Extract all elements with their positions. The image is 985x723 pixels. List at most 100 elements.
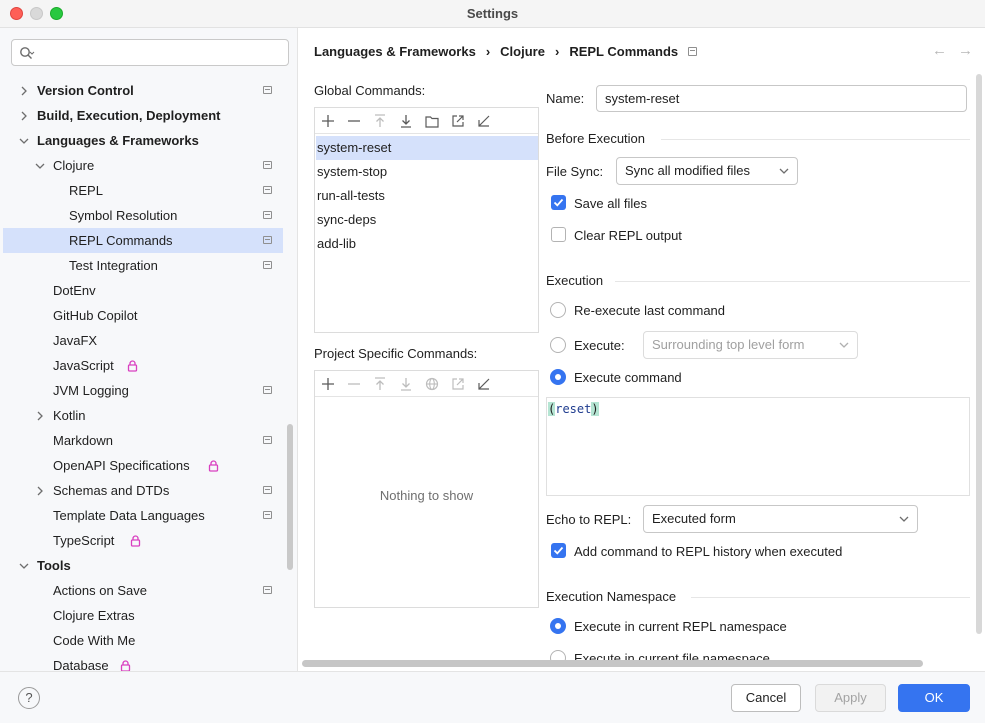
ns-current-repl-label[interactable]: Execute in current REPL namespace — [574, 619, 787, 634]
breadcrumb-repl-commands: REPL Commands — [569, 44, 679, 59]
project-level-icon — [263, 511, 272, 519]
project-commands-list: Nothing to show — [314, 370, 539, 608]
list-item[interactable]: sync-deps — [316, 208, 538, 232]
breadcrumb-languages-frameworks[interactable]: Languages & Frameworks — [314, 44, 476, 59]
list-item[interactable]: system-stop — [316, 160, 538, 184]
clear-repl-output-checkbox[interactable] — [551, 227, 566, 242]
chevron-right-icon[interactable] — [17, 78, 31, 103]
execute-command-label[interactable]: Execute command — [574, 370, 682, 385]
chevron-down-icon[interactable] — [17, 553, 31, 578]
help-button[interactable]: ? — [18, 687, 40, 709]
move-down-icon[interactable] — [397, 112, 415, 130]
tree-label: GitHub Copilot — [53, 308, 138, 323]
command-editor[interactable]: (reset) — [546, 397, 970, 496]
tree-item-dotenv[interactable]: DotEnv — [3, 278, 283, 303]
export-icon[interactable] — [449, 375, 467, 393]
execute-command-radio[interactable] — [550, 369, 566, 385]
tree-item-markdown[interactable]: Markdown — [3, 428, 283, 453]
project-level-icon — [263, 86, 272, 94]
tree-item-database[interactable]: Database — [3, 653, 283, 671]
remove-icon[interactable] — [345, 375, 363, 393]
ns-current-repl-radio[interactable] — [550, 618, 566, 634]
vertical-scrollbar[interactable] — [976, 74, 982, 634]
save-all-files-label[interactable]: Save all files — [574, 196, 647, 211]
move-up-icon[interactable] — [371, 112, 389, 130]
tree-label: Schemas and DTDs — [53, 483, 170, 498]
move-down-icon[interactable] — [397, 375, 415, 393]
dialog-footer: ? Cancel Apply OK — [0, 671, 985, 723]
tree-item-typescript[interactable]: TypeScript — [3, 528, 283, 553]
import-icon[interactable] — [475, 112, 493, 130]
name-input[interactable]: system-reset — [596, 85, 967, 112]
list-item[interactable]: system-reset — [316, 136, 538, 160]
remove-icon[interactable] — [345, 112, 363, 130]
checkmark-icon — [553, 546, 564, 555]
code-text: reset — [555, 402, 592, 416]
tree-label: Test Integration — [69, 258, 158, 273]
tree-item-code-with-me[interactable]: Code With Me — [3, 628, 283, 653]
chevron-right-icon[interactable] — [17, 103, 31, 128]
tree-label: Code With Me — [53, 633, 136, 648]
file-sync-select[interactable]: Sync all modified files — [616, 157, 798, 185]
echo-to-repl-select[interactable]: Executed form — [643, 505, 918, 533]
tree-item-tools[interactable]: Tools — [3, 553, 283, 578]
sidebar-scrollbar[interactable] — [287, 424, 293, 570]
project-level-icon — [263, 261, 272, 269]
chevron-right-icon[interactable] — [33, 478, 47, 503]
tree-item-schemas-dtds[interactable]: Schemas and DTDs — [3, 478, 283, 503]
tree-item-github-copilot[interactable]: GitHub Copilot — [3, 303, 283, 328]
tree-item-javascript[interactable]: JavaScript — [3, 353, 283, 378]
tree-item-languages-frameworks[interactable]: Languages & Frameworks — [3, 128, 283, 153]
name-label: Name: — [546, 91, 585, 106]
chevron-down-icon[interactable] — [33, 153, 47, 178]
list-item[interactable]: run-all-tests — [316, 184, 538, 208]
globe-icon[interactable] — [423, 375, 441, 393]
re-execute-label[interactable]: Re-execute last command — [574, 303, 725, 318]
search-input[interactable] — [11, 39, 289, 66]
file-sync-value: Sync all modified files — [625, 163, 750, 178]
chevron-right-icon[interactable] — [33, 403, 47, 428]
project-level-icon — [263, 211, 272, 219]
back-arrow-icon[interactable]: ← — [932, 42, 947, 59]
empty-list-text: Nothing to show — [379, 488, 474, 503]
global-commands-list: system-reset system-stop run-all-tests s… — [314, 107, 539, 333]
horizontal-scrollbar[interactable] — [302, 660, 923, 667]
tree-item-version-control[interactable]: Version Control — [3, 78, 283, 103]
ok-button[interactable]: OK — [898, 684, 970, 712]
tree-item-template-data-languages[interactable]: Template Data Languages — [3, 503, 283, 528]
chevron-down-icon[interactable] — [17, 128, 31, 153]
tree-item-repl-commands[interactable]: REPL Commands — [3, 228, 283, 253]
forward-arrow-icon[interactable]: → — [958, 42, 973, 59]
tree-item-symbol-resolution[interactable]: Symbol Resolution — [3, 203, 283, 228]
tree-item-jvm-logging[interactable]: JVM Logging — [3, 378, 283, 403]
clear-repl-output-label[interactable]: Clear REPL output — [574, 228, 682, 243]
move-up-icon[interactable] — [371, 375, 389, 393]
add-to-history-label[interactable]: Add command to REPL history when execute… — [574, 544, 842, 559]
breadcrumb-clojure[interactable]: Clojure — [500, 44, 545, 59]
separator — [615, 281, 970, 282]
import-icon[interactable] — [475, 375, 493, 393]
re-execute-radio[interactable] — [550, 302, 566, 318]
tree-item-clojure-extras[interactable]: Clojure Extras — [3, 603, 283, 628]
cancel-button[interactable]: Cancel — [731, 684, 801, 712]
tree-item-javafx[interactable]: JavaFX — [3, 328, 283, 353]
tree-item-repl[interactable]: REPL — [3, 178, 283, 203]
add-icon[interactable] — [319, 375, 337, 393]
global-commands-toolbar — [315, 108, 538, 134]
apply-button[interactable]: Apply — [815, 684, 886, 712]
tree-item-test-integration[interactable]: Test Integration — [3, 253, 283, 278]
add-to-history-checkbox[interactable] — [551, 543, 566, 558]
tree-item-clojure[interactable]: Clojure — [3, 153, 283, 178]
export-icon[interactable] — [449, 112, 467, 130]
tree-item-openapi-specifications[interactable]: OpenAPI Specifications — [3, 453, 283, 478]
tree-item-actions-on-save[interactable]: Actions on Save — [3, 578, 283, 603]
tree-item-kotlin[interactable]: Kotlin — [3, 403, 283, 428]
tree-item-build-execution-deployment[interactable]: Build, Execution, Deployment — [3, 103, 283, 128]
save-all-files-checkbox[interactable] — [551, 195, 566, 210]
execute-form-radio[interactable] — [550, 337, 566, 353]
list-item[interactable]: add-lib — [316, 232, 538, 256]
execute-label[interactable]: Execute: — [574, 338, 625, 353]
add-icon[interactable] — [319, 112, 337, 130]
execute-form-select[interactable]: Surrounding top level form — [643, 331, 858, 359]
folder-icon[interactable] — [423, 112, 441, 130]
